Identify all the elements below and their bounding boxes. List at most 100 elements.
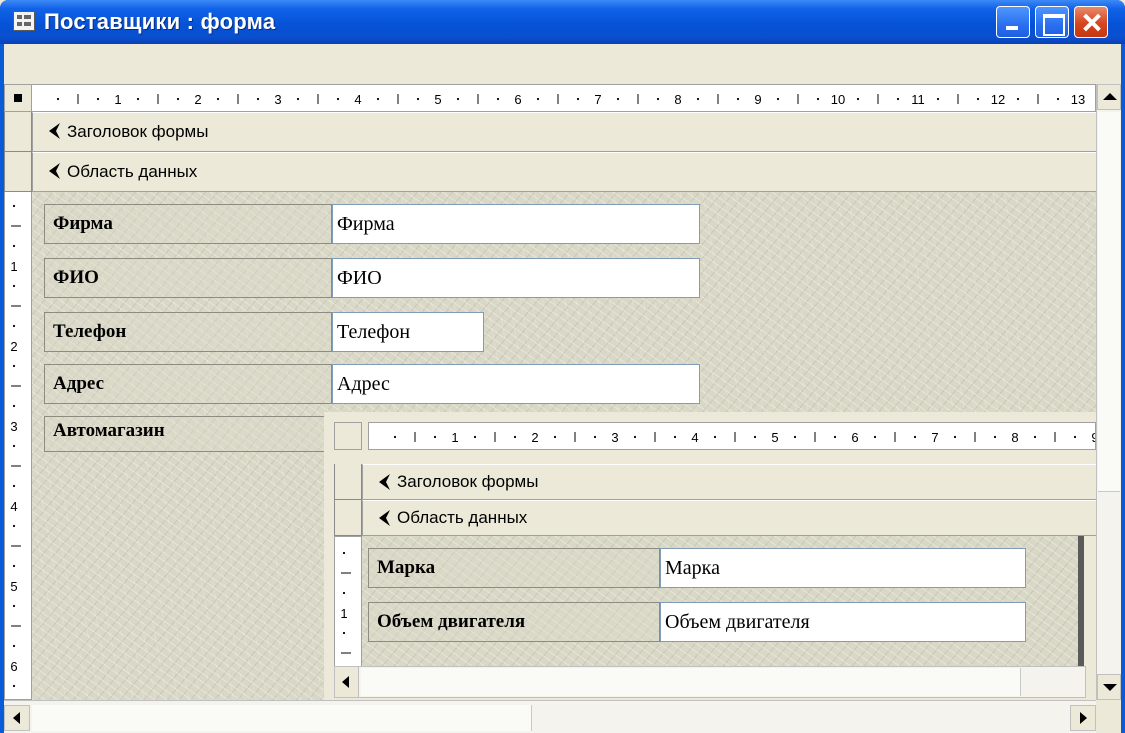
label-fio[interactable]: ФИО <box>44 258 332 298</box>
form-header-bar[interactable]: Заголовок формы <box>32 112 1096 152</box>
ruler-tick-label: 1 <box>340 606 347 621</box>
vertical-scrollbar[interactable] <box>1096 84 1121 700</box>
ruler-tick-dot <box>576 97 580 101</box>
label-address[interactable]: Адрес <box>44 364 332 404</box>
ruler-tick-dot <box>633 435 637 439</box>
minimize-button[interactable] <box>996 6 1030 38</box>
ruler-tick-dot <box>736 97 740 101</box>
ruler-tick-label: 1 <box>114 92 121 107</box>
detail-section-bar[interactable]: Область данных <box>32 152 1096 192</box>
subform-scroll-left-button[interactable] <box>335 667 359 697</box>
ruler-tick-dot <box>1016 97 1020 101</box>
ruler-tick-dot <box>342 631 346 635</box>
ruler-tick-dot <box>553 435 557 439</box>
ruler-tick-dot <box>96 97 100 101</box>
ruler-tick-dot <box>696 97 700 101</box>
ruler-tick-dot <box>496 97 500 101</box>
form-design-window: Поставщики : форма 1 2 3 4 5 6 7 8 9 10 11 12 13 Заг… <box>0 0 1125 733</box>
field-phone[interactable]: Телефон <box>332 312 484 352</box>
ruler-tick-dot <box>336 97 340 101</box>
ruler-tick-dot <box>793 435 797 439</box>
ruler-tick-label: 5 <box>434 92 441 107</box>
ruler-tick-dot <box>976 97 980 101</box>
ruler-tick-dot <box>913 435 917 439</box>
subform-control[interactable]: 123456789 Заголовок формы Область данных… <box>324 412 1096 700</box>
section-arrow-icon <box>49 163 60 179</box>
form-selector[interactable] <box>4 84 32 112</box>
ruler-tick-dot <box>536 97 540 101</box>
subform-header-selector[interactable] <box>334 464 362 500</box>
ruler-tick-label: 12 <box>991 92 1005 107</box>
field-engine-volume[interactable]: Объем двигателя <box>660 602 1026 642</box>
window-title: Поставщики : форма <box>44 9 276 34</box>
ruler-tick-label: 8 <box>1011 430 1018 445</box>
ruler-tick-dot <box>473 435 477 439</box>
ruler-tick-dot <box>12 204 16 208</box>
ruler-tick-label: 5 <box>10 579 17 594</box>
horizontal-scrollbar[interactable] <box>4 700 1096 733</box>
ruler-tick-label: 6 <box>851 430 858 445</box>
ruler-tick-label: 2 <box>194 92 201 107</box>
ruler-tick-dot <box>513 435 517 439</box>
header-section-selector[interactable] <box>4 112 32 152</box>
label-brand[interactable]: Марка <box>368 548 660 588</box>
ruler-tick-dot <box>12 284 16 288</box>
label-phone[interactable]: Телефон <box>44 312 332 352</box>
subform-detail-bar[interactable]: Область данных <box>362 500 1096 536</box>
detail-section-selector[interactable] <box>4 152 32 192</box>
scroll-right-button[interactable] <box>1070 705 1096 731</box>
subform-selector[interactable] <box>334 422 362 450</box>
subform-detail-selector[interactable] <box>334 500 362 536</box>
ruler-tick-dot <box>393 435 397 439</box>
ruler-tick-dot <box>936 97 940 101</box>
horizontal-scroll-thumb[interactable] <box>32 705 532 731</box>
ruler-tick-label: 8 <box>674 92 681 107</box>
ruler-tick-dot <box>873 435 877 439</box>
ruler-tick-dot <box>176 97 180 101</box>
maximize-button[interactable] <box>1035 6 1069 38</box>
ruler-tick-label: 10 <box>831 92 845 107</box>
label-engine-volume[interactable]: Объем двигателя <box>368 602 660 642</box>
field-firm[interactable]: Фирма <box>332 204 700 244</box>
scroll-up-button[interactable] <box>1097 84 1121 110</box>
ruler-tick-dot <box>593 435 597 439</box>
ruler-tick-dot <box>12 444 16 448</box>
field-address[interactable]: Адрес <box>332 364 700 404</box>
field-fio[interactable]: ФИО <box>332 258 700 298</box>
detail-section-canvas[interactable]: Фирма Фирма ФИО ФИО Телефон Телефон Адре… <box>32 192 1096 700</box>
ruler-tick-label: 7 <box>594 92 601 107</box>
label-subform[interactable]: Автомагазин <box>44 416 332 452</box>
subform-scroll-thumb[interactable] <box>361 668 1021 696</box>
detail-section-label: Область данных <box>67 162 198 181</box>
ruler-tick-label: 4 <box>691 430 698 445</box>
ruler-tick-dot <box>296 97 300 101</box>
vertical-ruler[interactable]: 1 2 3 4 5 6 <box>4 192 32 700</box>
scroll-left-button[interactable] <box>4 705 30 731</box>
ruler-tick-dot <box>136 97 140 101</box>
ruler-tick-dot <box>12 564 16 568</box>
ruler-tick-dot <box>993 435 997 439</box>
subform-horizontal-ruler[interactable]: 123456789 <box>368 422 1096 450</box>
ruler-tick-dot <box>12 524 16 528</box>
scroll-down-button[interactable] <box>1097 674 1121 700</box>
ruler-tick-dot <box>12 604 16 608</box>
title-bar[interactable]: Поставщики : форма <box>0 0 1125 44</box>
ruler-tick-label: 6 <box>514 92 521 107</box>
subform-header-bar[interactable]: Заголовок формы <box>362 464 1096 500</box>
label-firm[interactable]: Фирма <box>44 204 332 244</box>
subform-horizontal-scrollbar[interactable] <box>334 666 1086 698</box>
ruler-tick-dot <box>12 364 16 368</box>
field-brand[interactable]: Марка <box>660 548 1026 588</box>
ruler-tick-label: 1 <box>10 259 17 274</box>
ruler-tick-label: 3 <box>274 92 281 107</box>
ruler-tick-label: 5 <box>771 430 778 445</box>
ruler-tick-dot <box>753 435 757 439</box>
form-icon[interactable] <box>13 11 35 31</box>
ruler-tick-label: 1 <box>451 430 458 445</box>
ruler-tick-label: 4 <box>354 92 361 107</box>
horizontal-ruler[interactable]: 1 2 3 4 5 6 7 8 9 10 11 12 13 <box>32 84 1096 112</box>
close-button[interactable] <box>1074 6 1108 38</box>
section-arrow-icon <box>379 474 390 490</box>
vertical-scroll-thumb[interactable] <box>1098 112 1120 492</box>
ruler-tick-dot <box>713 435 717 439</box>
